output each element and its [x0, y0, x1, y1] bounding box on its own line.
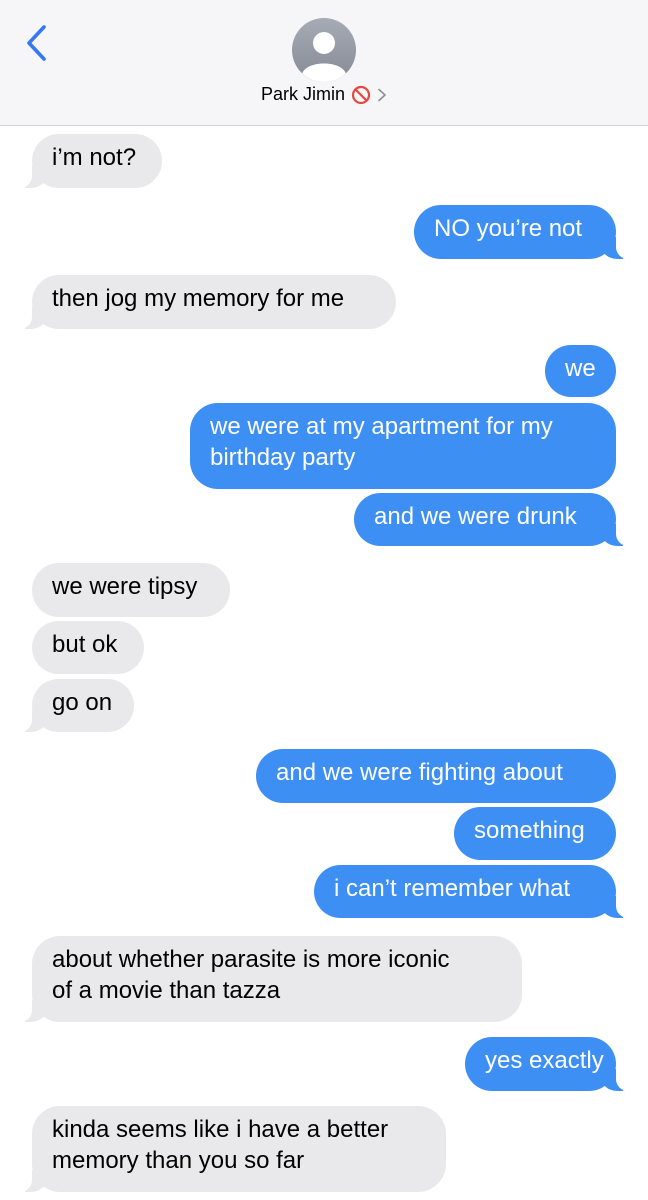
message-bubble-received[interactable]: i’m not? — [12, 134, 162, 188]
message-bubble-sent[interactable]: something — [454, 807, 616, 860]
contact-name: Park Jimin — [260, 84, 345, 104]
message-bubble-sent[interactable]: and we were fighting about — [256, 749, 616, 803]
message-bubble-received[interactable]: kinda seems like i have a better memory … — [12, 1106, 446, 1192]
message-bubble-received[interactable]: about whether parasite is more iconic of… — [12, 936, 522, 1022]
message-bubble-received[interactable]: then jog my memory for me — [12, 275, 396, 329]
message-bubble-sent[interactable]: and we were drunk — [354, 493, 636, 546]
message-bubble-received[interactable]: but ok — [32, 621, 144, 674]
avatar[interactable] — [292, 18, 356, 82]
message-bubble-received[interactable]: go on — [12, 679, 134, 732]
chevron-left-icon — [27, 25, 46, 61]
person-icon — [302, 32, 346, 82]
message-bubble-sent[interactable]: yes exactly — [465, 1037, 636, 1091]
message-bubble-sent[interactable]: NO you’re not — [414, 205, 636, 259]
chevron-right-icon — [378, 88, 386, 101]
message-bubble-sent[interactable]: we were at my apartment for my birthday … — [190, 403, 616, 489]
message-bubble-received[interactable]: we were tipsy — [32, 563, 230, 617]
back-button[interactable] — [22, 22, 52, 64]
blocked-icon — [351, 85, 371, 104]
contact-info-button[interactable]: Park Jimin — [0, 84, 648, 105]
message-bubble-sent[interactable]: we — [545, 345, 616, 397]
message-bubble-sent[interactable]: i can’t remember what — [314, 865, 636, 918]
conversation-header: Park Jimin — [0, 0, 648, 126]
